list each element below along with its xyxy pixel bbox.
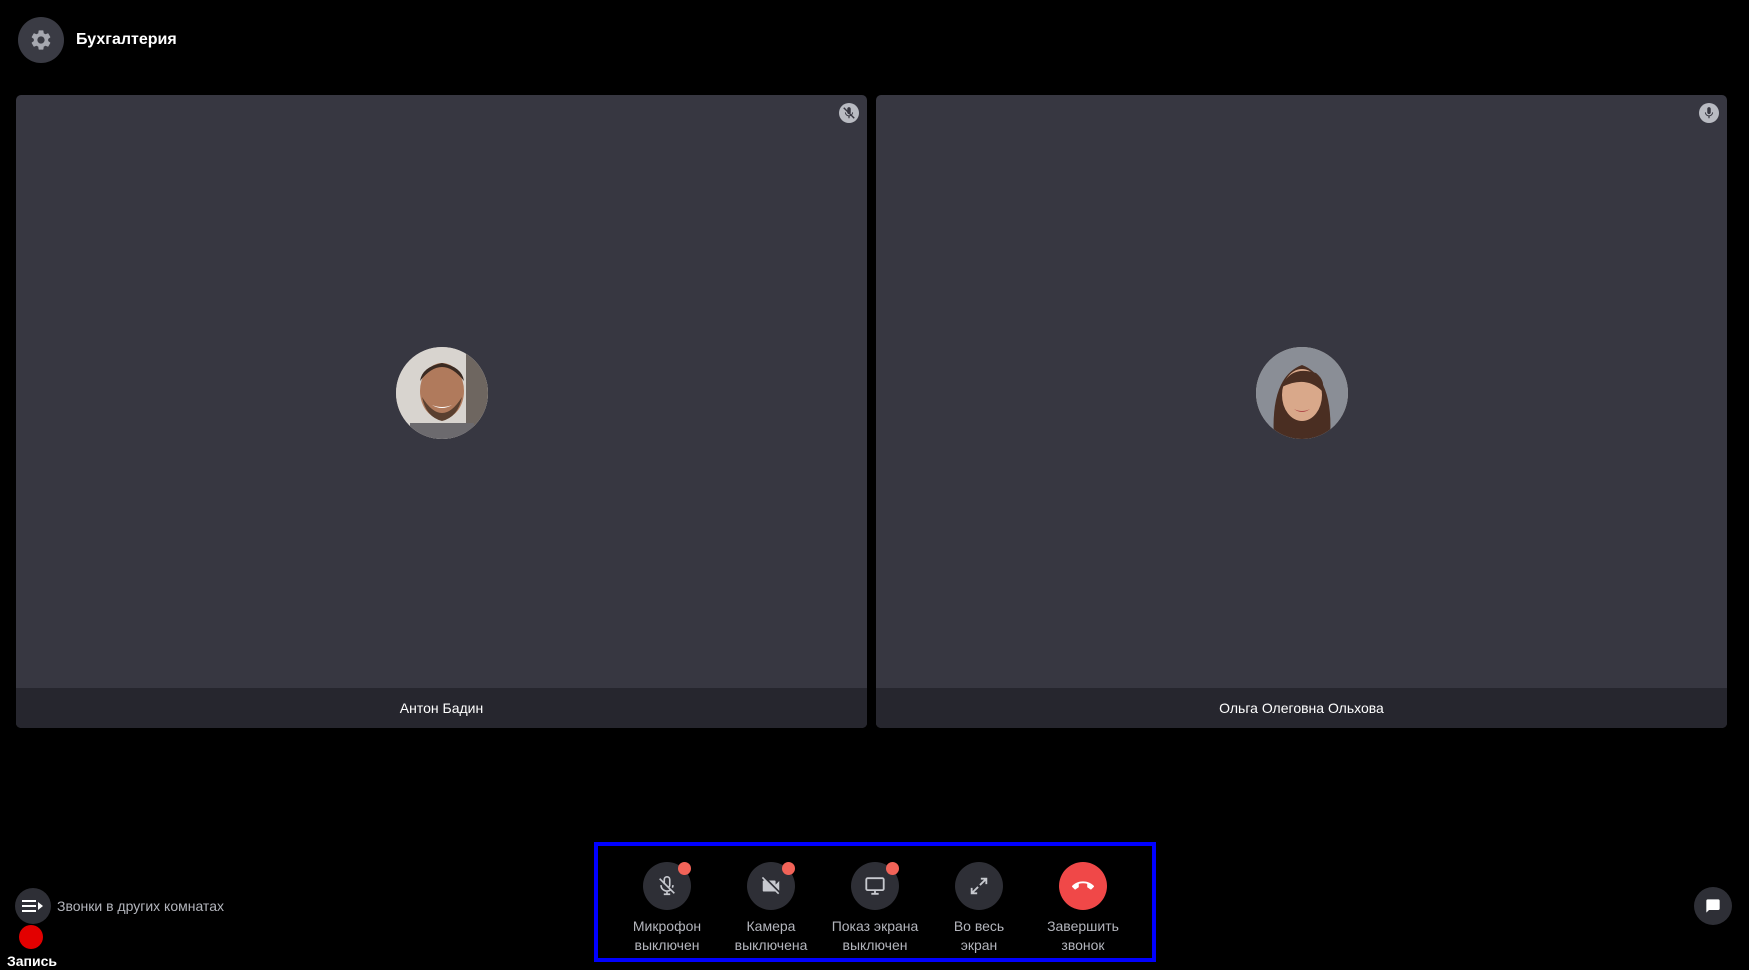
end-call-control[interactable]: Завершить звонок — [1031, 862, 1135, 955]
label-line: Камера — [746, 918, 796, 934]
mic-off-icon — [843, 107, 855, 119]
participant-name-label: Ольга Олеговна Ольхова — [1219, 700, 1384, 716]
avatar-photo — [395, 347, 488, 439]
fullscreen-label: Во весь экран — [954, 917, 1004, 955]
label-line: звонок — [1061, 937, 1105, 953]
screen-share-control[interactable]: Показ экрана выключен — [823, 862, 927, 955]
mic-toggle-label: Микрофон выключен — [633, 917, 701, 955]
end-call-button[interactable] — [1059, 862, 1107, 910]
label-line: Завершить — [1047, 918, 1119, 934]
other-rooms-calls-button[interactable]: Звонки в других комнатах — [15, 888, 224, 924]
list-play-icon — [22, 900, 43, 912]
notification-badge — [886, 862, 899, 875]
avatar — [1255, 347, 1348, 439]
label-line: Во весь — [953, 918, 1005, 934]
camera-toggle-button[interactable] — [747, 862, 795, 910]
screen-share-button[interactable] — [851, 862, 899, 910]
label-line: Микрофон — [632, 918, 702, 934]
mic-toggle-control[interactable]: Микрофон выключен — [615, 862, 719, 955]
call-screen: Бухгалтерия Антон Бадин Ольга Олеговна О… — [0, 0, 1749, 970]
mic-off-icon — [659, 876, 675, 896]
screen-share-label: Показ экрана выключен — [832, 917, 919, 955]
participant-tile[interactable]: Антон Бадин — [16, 95, 867, 728]
record-button[interactable] — [19, 925, 43, 949]
chat-button[interactable] — [1694, 887, 1732, 925]
notification-badge — [678, 862, 691, 875]
participant-name: Антон Бадин — [16, 688, 867, 728]
gear-icon — [31, 30, 51, 50]
camera-off-icon — [761, 876, 780, 895]
room-title: Бухгалтерия — [76, 31, 177, 48]
label-line: выключен — [634, 937, 700, 953]
camera-toggle-label: Камера выключена — [735, 917, 808, 955]
hangup-icon — [1071, 881, 1094, 890]
label-line: Показ экрана — [831, 918, 919, 934]
participant-name-label: Антон Бадин — [399, 700, 484, 716]
expand-icon — [970, 877, 988, 895]
other-rooms-label: Звонки в других комнатах — [57, 898, 224, 914]
avatar-photo — [1255, 347, 1348, 439]
label-line: выключен — [842, 937, 908, 953]
chat-icon — [1706, 899, 1720, 913]
end-call-label: Завершить звонок — [1047, 917, 1119, 955]
fullscreen-button[interactable] — [955, 862, 1003, 910]
monitor-icon — [865, 877, 885, 895]
mic-icon — [1704, 107, 1714, 119]
mic-on-indicator — [1699, 103, 1719, 123]
record-label: Запись — [7, 953, 58, 969]
mic-muted-indicator — [839, 103, 859, 123]
camera-toggle-control[interactable]: Камера выключена — [719, 862, 823, 955]
notification-badge — [782, 862, 795, 875]
other-rooms-icon-circle — [15, 888, 51, 924]
mic-toggle-button[interactable] — [643, 862, 691, 910]
label-line: экран — [960, 937, 998, 953]
participant-tile[interactable]: Ольга Олеговна Ольхова — [876, 95, 1727, 728]
settings-button[interactable] — [18, 17, 64, 63]
avatar — [395, 347, 488, 439]
header: Бухгалтерия — [18, 17, 177, 63]
fullscreen-control[interactable]: Во весь экран — [927, 862, 1031, 955]
call-controls: Микрофон выключен Камера выключена Показ… — [594, 842, 1156, 962]
label-line: выключена — [734, 937, 808, 953]
participant-name: Ольга Олеговна Ольхова — [876, 688, 1727, 728]
